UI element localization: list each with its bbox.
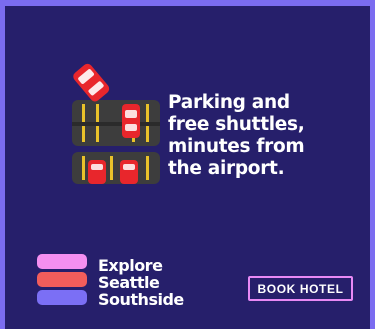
headline-line: Parking and xyxy=(168,92,290,113)
stripe xyxy=(110,156,113,180)
headline-line: free shuttles, xyxy=(168,114,305,135)
brand-line: Seattle xyxy=(98,273,160,292)
lane-divider xyxy=(72,122,160,126)
parking-ad[interactable]: Parking and free shuttles, minutes from … xyxy=(5,6,370,329)
brand-line: Southside xyxy=(98,290,184,309)
parking-lot-illustration xyxy=(72,63,160,184)
car-icon xyxy=(122,104,140,138)
brand-line: Explore xyxy=(98,256,163,275)
car-icon xyxy=(120,160,138,184)
car-icon xyxy=(73,63,110,102)
ad-headline: Parking and free shuttles, minutes from … xyxy=(168,92,358,180)
headline-line: the airport. xyxy=(168,158,285,179)
stripe xyxy=(146,156,149,180)
car-icon xyxy=(88,160,106,184)
headline-line: minutes from xyxy=(168,136,305,157)
brand-logo-icon xyxy=(37,254,87,305)
book-hotel-button[interactable]: BOOK HOTEL xyxy=(248,276,353,301)
brand-name: Explore Seattle Southside xyxy=(98,257,184,308)
stripe xyxy=(82,156,85,180)
